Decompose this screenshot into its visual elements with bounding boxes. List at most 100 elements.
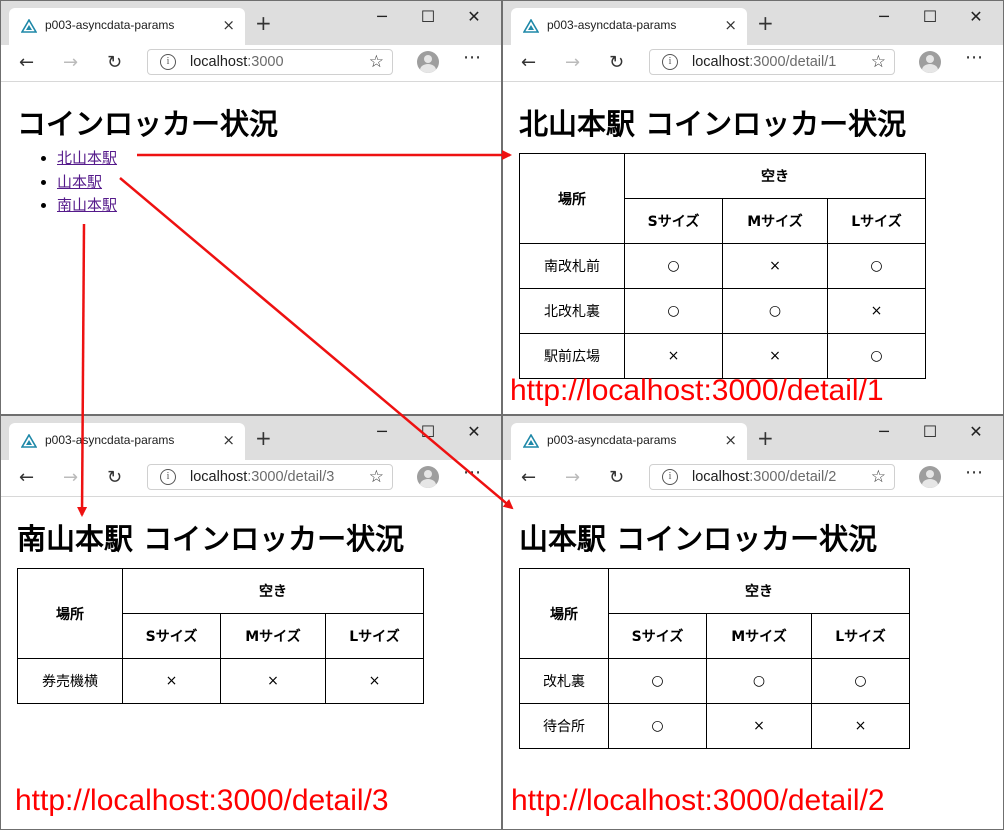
address-bar[interactable]: i localhost:3000/detail/1 ☆ xyxy=(649,49,895,75)
bookmark-star-icon[interactable]: ☆ xyxy=(369,52,384,72)
browser-tab[interactable]: p003-asyncdata-params × xyxy=(9,8,245,45)
list-item: 山本駅 xyxy=(57,171,501,195)
browser-toolbar: ← → ↻ i localhost:3000/detail/3 ☆ ⋯ xyxy=(1,460,501,497)
back-icon[interactable]: ← xyxy=(19,51,34,75)
bookmark-star-icon[interactable]: ☆ xyxy=(369,467,384,487)
address-bar[interactable]: i localhost:3000 ☆ xyxy=(147,49,393,75)
reload-icon[interactable]: ↻ xyxy=(609,466,624,490)
station-link-kitayamamoto[interactable]: 北山本駅 xyxy=(57,149,117,167)
minimize-icon[interactable]: ─ xyxy=(359,416,405,446)
browser-tab[interactable]: p003-asyncdata-params × xyxy=(511,8,747,45)
header-place: 場所 xyxy=(519,153,625,244)
back-icon[interactable]: ← xyxy=(521,51,536,75)
page-content: 南山本駅 コインロッカー状況 場所 空き Sサイズ Mサイズ Lサイズ 券売機横… xyxy=(17,516,501,704)
forward-icon[interactable]: → xyxy=(63,51,78,75)
cell-l: × xyxy=(811,703,910,749)
address-bar[interactable]: i localhost:3000/detail/3 ☆ xyxy=(147,464,393,490)
minimize-icon[interactable]: ─ xyxy=(861,1,907,31)
header-m: Mサイズ xyxy=(220,613,326,659)
header-s: Sサイズ xyxy=(624,198,723,244)
back-icon[interactable]: ← xyxy=(19,466,34,490)
header-l: Lサイズ xyxy=(827,198,926,244)
forward-icon[interactable]: → xyxy=(63,466,78,490)
address-url: localhost:3000/detail/3 xyxy=(190,469,335,485)
info-icon[interactable]: i xyxy=(662,54,678,70)
cell-s: × xyxy=(624,333,723,379)
bookmark-star-icon[interactable]: ☆ xyxy=(871,52,886,72)
header-place: 場所 xyxy=(519,568,609,659)
more-menu-icon[interactable]: ⋯ xyxy=(965,462,984,483)
station-link-yamamoto[interactable]: 山本駅 xyxy=(57,173,102,191)
close-window-icon[interactable]: ✕ xyxy=(451,1,497,31)
cell-s: ○ xyxy=(624,288,723,334)
new-tab-icon[interactable]: + xyxy=(255,13,272,33)
cell-m: ○ xyxy=(706,658,812,704)
profile-avatar-icon[interactable] xyxy=(919,51,941,73)
close-tab-icon[interactable]: × xyxy=(222,432,235,448)
new-tab-icon[interactable]: + xyxy=(255,428,272,448)
address-url: localhost:3000 xyxy=(190,54,284,70)
maximize-icon[interactable]: ☐ xyxy=(405,1,451,31)
close-window-icon[interactable]: ✕ xyxy=(953,416,999,446)
minimize-icon[interactable]: ─ xyxy=(359,1,405,31)
profile-avatar-icon[interactable] xyxy=(417,466,439,488)
cell-s: × xyxy=(122,658,221,704)
minimize-icon[interactable]: ─ xyxy=(861,416,907,446)
nuxt-logo-icon xyxy=(523,434,539,448)
profile-avatar-icon[interactable] xyxy=(417,51,439,73)
cell-place: 駅前広場 xyxy=(519,333,625,379)
reload-icon[interactable]: ↻ xyxy=(107,466,122,490)
table-row: 南改札前 ○ × ○ xyxy=(519,243,926,289)
more-menu-icon[interactable]: ⋯ xyxy=(463,462,482,483)
close-window-icon[interactable]: ✕ xyxy=(451,416,497,446)
address-bar[interactable]: i localhost:3000/detail/2 ☆ xyxy=(649,464,895,490)
reload-icon[interactable]: ↻ xyxy=(107,51,122,75)
cell-s: ○ xyxy=(608,703,707,749)
more-menu-icon[interactable]: ⋯ xyxy=(463,47,482,68)
station-link-minamiyamamoto[interactable]: 南山本駅 xyxy=(57,196,117,214)
close-tab-icon[interactable]: × xyxy=(724,17,737,33)
browser-window-detail-1: p003-asyncdata-params × + ─ ☐ ✕ ← → ↻ i … xyxy=(502,0,1004,415)
cell-m: × xyxy=(706,703,812,749)
forward-icon[interactable]: → xyxy=(565,51,580,75)
back-icon[interactable]: ← xyxy=(521,466,536,490)
info-icon[interactable]: i xyxy=(160,54,176,70)
new-tab-icon[interactable]: + xyxy=(757,428,774,448)
new-tab-icon[interactable]: + xyxy=(757,13,774,33)
close-tab-icon[interactable]: × xyxy=(222,17,235,33)
browser-toolbar: ← → ↻ i localhost:3000/detail/2 ☆ ⋯ xyxy=(503,460,1003,497)
header-s: Sサイズ xyxy=(608,613,707,659)
table-row: 待合所 ○ × × xyxy=(519,703,910,749)
more-menu-icon[interactable]: ⋯ xyxy=(965,47,984,68)
table-row: 改札裏 ○ ○ ○ xyxy=(519,658,910,704)
info-icon[interactable]: i xyxy=(662,469,678,485)
cell-place: 券売機横 xyxy=(17,658,123,704)
reload-icon[interactable]: ↻ xyxy=(609,51,624,75)
profile-avatar-icon[interactable] xyxy=(919,466,941,488)
cell-place: 待合所 xyxy=(519,703,609,749)
forward-icon[interactable]: → xyxy=(565,466,580,490)
locker-table: 場所 空き Sサイズ Mサイズ Lサイズ 券売機横 × × × xyxy=(17,568,424,704)
cell-m: × xyxy=(722,243,828,289)
table-row: 駅前広場 × × ○ xyxy=(519,333,926,379)
address-url: localhost:3000/detail/2 xyxy=(692,469,837,485)
cell-l: × xyxy=(325,658,424,704)
tab-bar: p003-asyncdata-params × + ─ ☐ ✕ xyxy=(503,1,1003,45)
page-title: 北山本駅 コインロッカー状況 xyxy=(519,107,907,141)
close-window-icon[interactable]: ✕ xyxy=(953,1,999,31)
cell-l: ○ xyxy=(827,243,926,289)
page-content: 山本駅 コインロッカー状況 場所 空き Sサイズ Mサイズ Lサイズ 改札裏 ○… xyxy=(519,516,1003,749)
browser-tab[interactable]: p003-asyncdata-params × xyxy=(9,423,245,460)
info-icon[interactable]: i xyxy=(160,469,176,485)
browser-tab[interactable]: p003-asyncdata-params × xyxy=(511,423,747,460)
close-tab-icon[interactable]: × xyxy=(724,432,737,448)
maximize-icon[interactable]: ☐ xyxy=(907,1,953,31)
table-header-row: 場所 空き xyxy=(17,568,424,659)
maximize-icon[interactable]: ☐ xyxy=(405,416,451,446)
maximize-icon[interactable]: ☐ xyxy=(907,416,953,446)
header-m: Mサイズ xyxy=(706,613,812,659)
cell-place: 北改札裏 xyxy=(519,288,625,334)
url-caption-detail-1: http://localhost:3000/detail/1 xyxy=(510,374,884,407)
header-place: 場所 xyxy=(17,568,123,659)
bookmark-star-icon[interactable]: ☆ xyxy=(871,467,886,487)
